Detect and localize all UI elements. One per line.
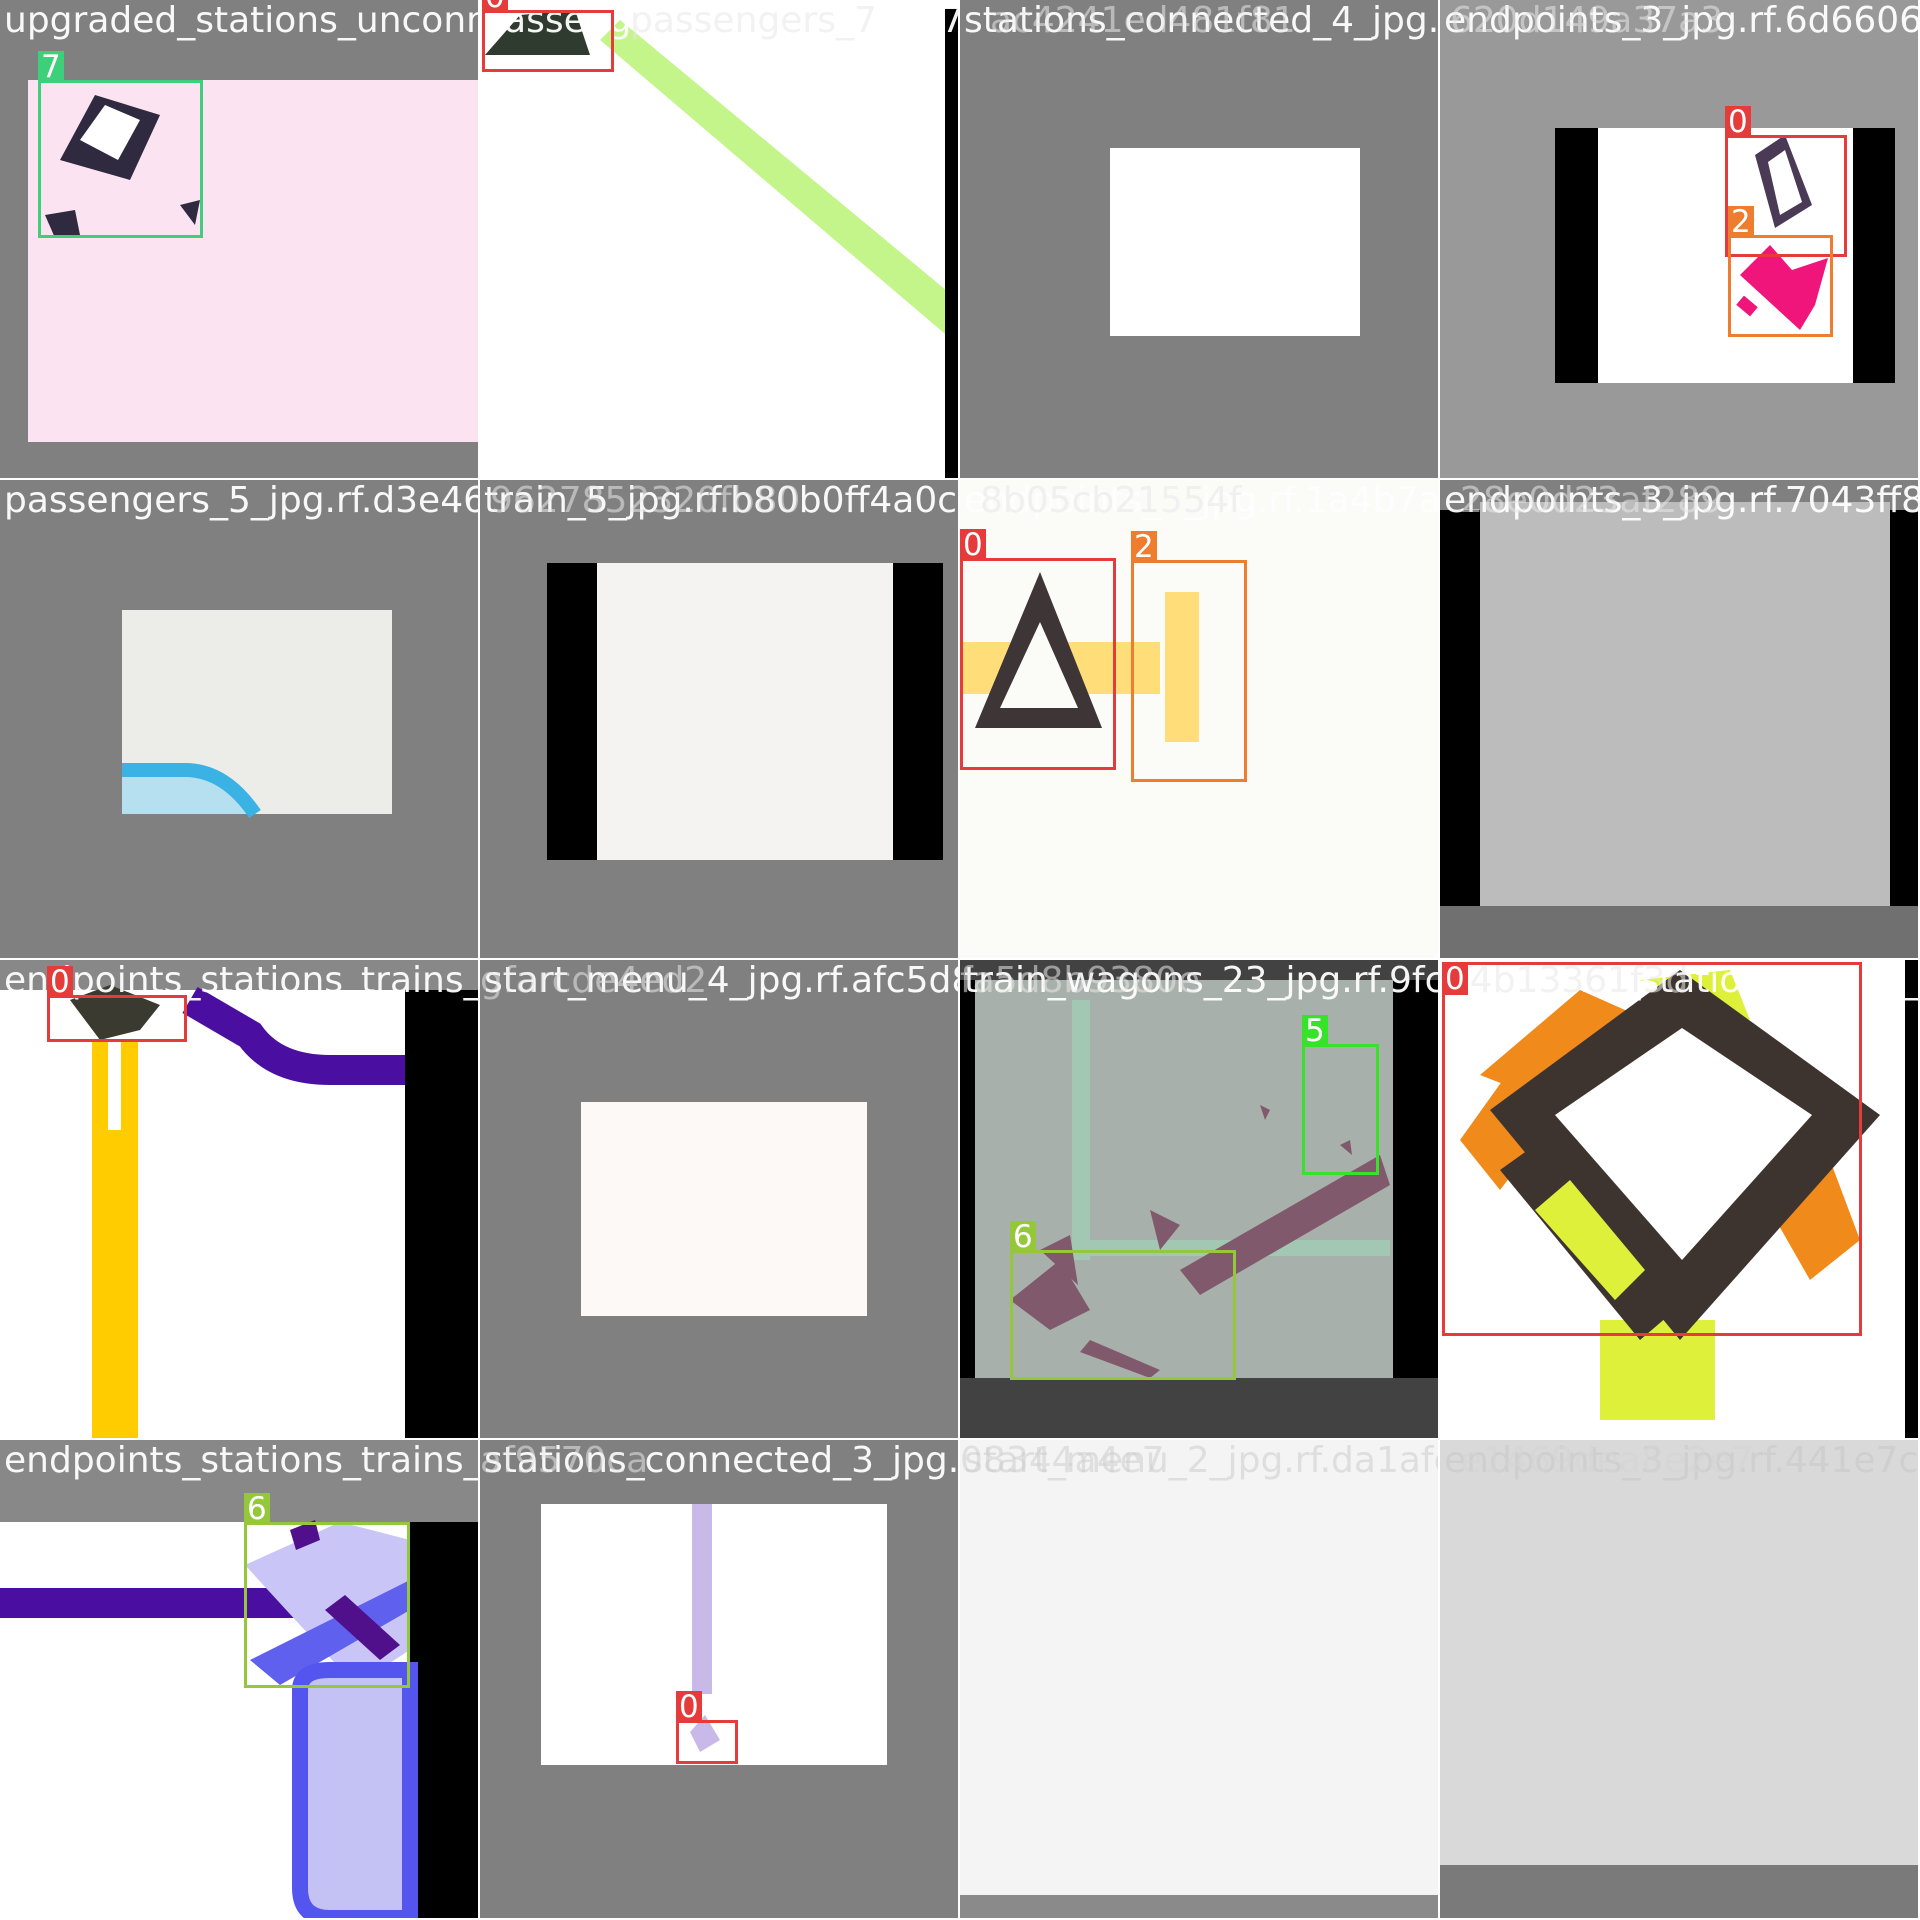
tile-5-image [0, 480, 478, 958]
tile-14: stations_connected_3_jpg.rf. af9570ca 0 [480, 1440, 958, 1918]
detection-tag: 0 [960, 529, 986, 561]
grid-divider-horizontal-3 [0, 1438, 1920, 1440]
detection-box-class-0: 0 [960, 529, 1116, 770]
detection-box-class-0: 0 [1442, 962, 1862, 1336]
detection-tag: 0 [1442, 963, 1468, 995]
tile-5: passengers_5_jpg.rf.d3e467 [0, 480, 478, 958]
tile-14-image [480, 1440, 958, 1918]
tile-10: start_menu_4_jpg.rf.afc5d8b gfarcde4ed2 [480, 960, 958, 1438]
tile-11: train_wagons_23_jpg.rf.9fcc fa5d8b9380e … [960, 960, 1438, 1438]
grid-divider-horizontal-2 [0, 958, 1920, 960]
grid-divider-vertical-1 [478, 0, 480, 1920]
tile-8-image [1440, 480, 1918, 958]
tile-7: endpoints_5_jpg.rf.1a4b7ade 8b05cb21554f… [960, 480, 1438, 958]
detection-box-class-0: 0 [676, 1691, 738, 1764]
grid-divider-horizontal-1 [0, 478, 1920, 480]
tile-15: start_menu_2_jpg.rf.da1afc 08344a4e7 [960, 1440, 1438, 1918]
detection-tag: 0 [482, 0, 508, 13]
tile-2: Passengers_3_jpg.rf.92577 passengers_7 0 [480, 0, 958, 478]
detection-box-class-0: 0 [482, 0, 614, 72]
tile-16: endpoints_3_jpg.rf.441e7c e1469dea8e2e7 [1440, 1440, 1918, 1918]
grid-divider-vertical-2 [958, 0, 960, 1920]
grid-divider-vertical-3 [1438, 0, 1440, 1920]
tile-4: endpoints_3_jpg.rf.6d6606d 620d149a37a3 … [1440, 0, 1918, 478]
detection-box-class-2: 2 [1728, 206, 1833, 337]
tile-13: endpoints_stations_trains_jp 6 [0, 1440, 478, 1918]
detection-tag: 0 [676, 1691, 702, 1723]
detection-box-class-6: 6 [244, 1493, 410, 1688]
tile-3-image [960, 0, 1438, 478]
detection-tag: 2 [1728, 206, 1754, 238]
detection-box-class-2: 2 [1131, 531, 1247, 782]
detection-box-class-7: 7 [38, 51, 203, 238]
tile-8: endpoints_3_jpg.rf.7043ff8 28e0d23af289 [1440, 480, 1918, 958]
detection-tag: 7 [38, 51, 64, 83]
detection-mosaic: upgraded_stations_unconne 7 Passengers_3… [0, 0, 1920, 1920]
detection-tag: 6 [1010, 1221, 1036, 1253]
tile-9: endpoints_stations_trains_jp 0 [0, 960, 478, 1438]
tile-3: stations_connected_4_jpg.rf. ac4241ed481… [960, 0, 1438, 478]
tile-15-image [960, 1440, 1438, 1918]
tile-12: endpoints_stations_trains_2 c4b13361f3d … [1440, 960, 1918, 1438]
detection-box-class-0: 0 [47, 966, 187, 1042]
detection-box-class-6: 6 [1010, 1221, 1236, 1380]
tile-6: train_5_jpg.rf.b80b0ff4a0c00 9627852320f… [480, 480, 958, 958]
tile-1-image [0, 0, 478, 478]
detection-tag: 0 [47, 966, 73, 998]
detection-tag: 2 [1131, 531, 1157, 563]
detection-tag: 0 [1725, 106, 1751, 138]
tile-10-image [480, 960, 958, 1438]
detection-box-class-5: 5 [1302, 1015, 1379, 1175]
tile-16-image [1440, 1440, 1918, 1918]
tile-6-image [480, 480, 958, 958]
detection-tag: 5 [1302, 1015, 1328, 1047]
tile-1: upgraded_stations_unconne 7 [0, 0, 478, 478]
detection-tag: 6 [244, 1493, 270, 1525]
